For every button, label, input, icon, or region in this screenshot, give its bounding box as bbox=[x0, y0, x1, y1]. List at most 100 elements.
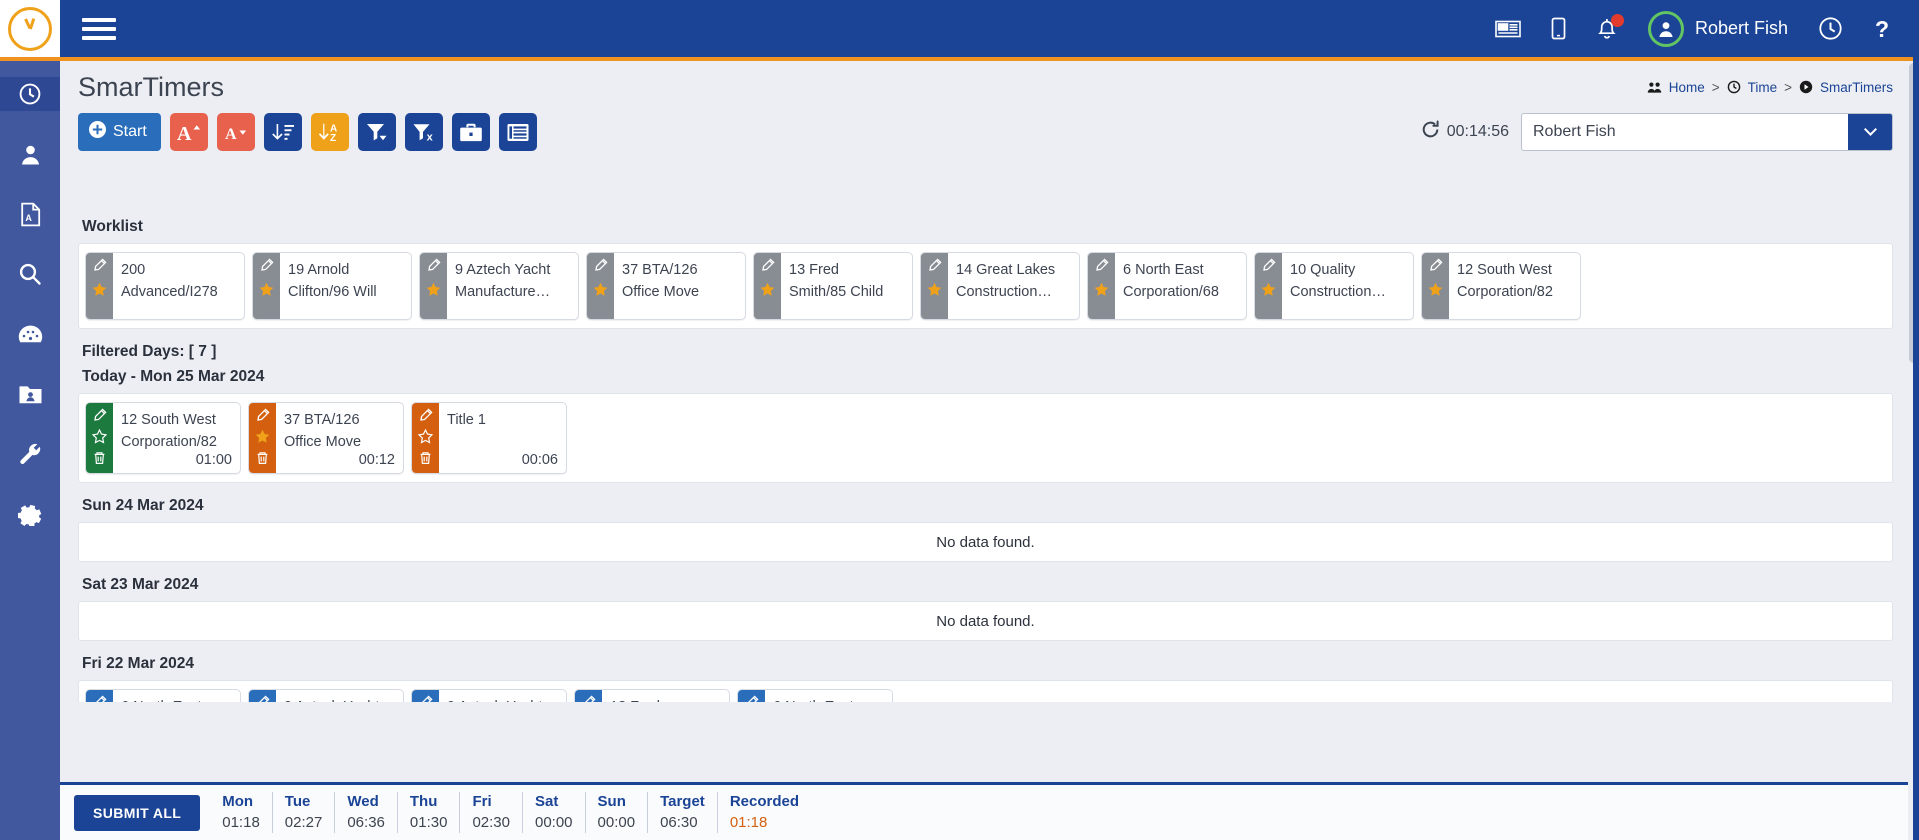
star-filled-icon[interactable] bbox=[255, 429, 270, 444]
card-duration: 01:00 bbox=[195, 452, 232, 468]
star-outline-icon[interactable] bbox=[418, 429, 433, 444]
total-label: Wed bbox=[347, 793, 379, 811]
star-filled-icon[interactable] bbox=[1428, 282, 1443, 297]
worklist-card[interactable]: 12 South West Corporation/82 bbox=[1421, 252, 1581, 320]
worklist-card[interactable]: 200 Advanced/I278 bbox=[85, 252, 245, 320]
pencil-icon[interactable] bbox=[260, 258, 274, 272]
star-filled-icon[interactable] bbox=[426, 282, 441, 297]
footer-summary-bar: SUBMIT ALL Mon 01:18 Tue 02:27 Wed 06:36 Thu 01… bbox=[60, 782, 1919, 840]
user-menu[interactable]: Robert Fish bbox=[1647, 10, 1788, 47]
pencil-icon[interactable] bbox=[427, 258, 441, 272]
pencil-icon[interactable] bbox=[761, 258, 775, 272]
worklist-card[interactable]: 14 Great Lakes Construction… bbox=[920, 252, 1080, 320]
star-filled-icon[interactable] bbox=[1094, 282, 1109, 297]
filter-button[interactable] bbox=[357, 113, 396, 151]
card-subtitle-line: Corporation/68 bbox=[1123, 284, 1219, 301]
pencil-icon[interactable] bbox=[1095, 258, 1109, 272]
sidebar-item-time[interactable] bbox=[0, 77, 60, 111]
pencil-icon[interactable] bbox=[582, 695, 596, 702]
user-select[interactable]: Robert Fish bbox=[1521, 113, 1893, 151]
sort-alpha-button[interactable]: A Z bbox=[310, 113, 349, 151]
pencil-icon[interactable] bbox=[745, 695, 759, 702]
sidebar-item-search[interactable] bbox=[0, 257, 60, 291]
pencil-icon[interactable] bbox=[594, 258, 608, 272]
star-filled-icon[interactable] bbox=[92, 282, 107, 297]
font-increase-button[interactable]: A bbox=[169, 113, 208, 151]
sidebar-item-dashboard[interactable] bbox=[0, 317, 60, 351]
worklist-card[interactable]: 37 BTA/126 Office Move bbox=[586, 252, 746, 320]
card-title-line: 13 Fred bbox=[789, 262, 839, 278]
timer-card[interactable]: Title 1 00:06 bbox=[411, 402, 567, 474]
card-subtitle-line: Advanced/I278 bbox=[121, 284, 218, 301]
breadcrumb-link-home[interactable]: Home bbox=[1669, 80, 1705, 95]
card-body: 6 North East bbox=[113, 690, 240, 702]
brand-logo[interactable] bbox=[0, 0, 60, 57]
start-button-label: Start bbox=[113, 123, 147, 140]
timer-card[interactable]: 12 South West Corporation/82 01:00 bbox=[85, 402, 241, 474]
help-question-icon[interactable]: ? bbox=[1873, 16, 1891, 42]
refresh-icon bbox=[1421, 120, 1440, 144]
pencil-icon[interactable] bbox=[419, 695, 433, 702]
card-body: 13 Fred Smith/85 Child bbox=[781, 253, 912, 319]
pencil-icon[interactable] bbox=[1429, 258, 1443, 272]
list-view-button[interactable] bbox=[498, 113, 537, 151]
pencil-icon[interactable] bbox=[93, 695, 107, 702]
briefcase-button[interactable] bbox=[451, 113, 490, 151]
worklist-card[interactable]: 9 Aztech Yacht Manufacture… bbox=[419, 252, 579, 320]
hamburger-icon[interactable] bbox=[82, 12, 116, 46]
pencil-icon[interactable] bbox=[93, 408, 107, 422]
card-body: 6 North East bbox=[765, 690, 892, 702]
news-icon[interactable] bbox=[1495, 19, 1521, 39]
timer-card[interactable]: 13 Fred bbox=[574, 689, 730, 702]
pencil-icon[interactable] bbox=[256, 695, 270, 702]
pencil-icon[interactable] bbox=[928, 258, 942, 272]
sidebar-item-documents[interactable]: A bbox=[0, 197, 60, 231]
trash-icon[interactable] bbox=[93, 451, 106, 465]
total-cell: Tue 02:27 bbox=[271, 792, 335, 833]
breadcrumb-separator: > bbox=[1784, 79, 1792, 95]
card-title-line: 13 Fred bbox=[610, 696, 721, 702]
pencil-icon[interactable] bbox=[256, 408, 270, 422]
star-filled-icon[interactable] bbox=[1261, 282, 1276, 297]
timer-card[interactable]: 6 North East bbox=[737, 689, 893, 702]
start-button[interactable]: Start bbox=[78, 113, 161, 151]
sidebar-item-contacts[interactable] bbox=[0, 377, 60, 411]
mobile-icon[interactable] bbox=[1551, 17, 1566, 40]
timer-card[interactable]: 9 Aztech Yacht bbox=[248, 689, 404, 702]
clock-icon[interactable] bbox=[1818, 16, 1843, 41]
chevron-down-icon[interactable] bbox=[1848, 114, 1892, 150]
submit-all-button[interactable]: SUBMIT ALL bbox=[74, 794, 201, 831]
sidebar-item-settings[interactable] bbox=[0, 497, 60, 531]
timer-card[interactable]: 9 Aztech Yacht bbox=[411, 689, 567, 702]
timer-card[interactable]: 6 North East bbox=[85, 689, 241, 702]
empty-state-text: No data found. bbox=[936, 533, 1035, 551]
star-outline-icon[interactable] bbox=[92, 429, 107, 444]
day-panel: No data found. bbox=[78, 601, 1893, 641]
sidebar-item-tools[interactable] bbox=[0, 437, 60, 471]
worklist-card[interactable]: 10 Quality Construction… bbox=[1254, 252, 1414, 320]
star-filled-icon[interactable] bbox=[760, 282, 775, 297]
star-filled-icon[interactable] bbox=[593, 282, 608, 297]
clear-filter-button[interactable]: x bbox=[404, 113, 443, 151]
star-filled-icon[interactable] bbox=[259, 282, 274, 297]
trash-icon[interactable] bbox=[256, 451, 269, 465]
breadcrumb-link-time[interactable]: Time bbox=[1748, 80, 1778, 95]
font-decrease-button[interactable]: A bbox=[216, 113, 255, 151]
pencil-icon[interactable] bbox=[419, 408, 433, 422]
trash-icon[interactable] bbox=[419, 451, 432, 465]
breadcrumb-current: SmarTimers bbox=[1820, 79, 1893, 95]
sort-order-button[interactable] bbox=[263, 113, 302, 151]
worklist-card[interactable]: 13 Fred Smith/85 Child bbox=[753, 252, 913, 320]
worklist-card[interactable]: 6 North East Corporation/68 bbox=[1087, 252, 1247, 320]
card-action-tab bbox=[412, 690, 439, 702]
star-filled-icon[interactable] bbox=[927, 282, 942, 297]
card-body: 9 Aztech Yacht bbox=[439, 690, 566, 702]
refresh-timer[interactable]: 00:14:56 bbox=[1421, 120, 1509, 144]
timer-card[interactable]: 37 BTA/126 Office Move 00:12 bbox=[248, 402, 404, 474]
pencil-icon[interactable] bbox=[1262, 258, 1276, 272]
worklist-card[interactable]: 19 Arnold Clifton/96 Will bbox=[252, 252, 412, 320]
card-duration: 00:06 bbox=[521, 452, 558, 468]
sidebar-item-people[interactable] bbox=[0, 137, 60, 171]
bell-icon[interactable] bbox=[1596, 13, 1624, 41]
pencil-icon[interactable] bbox=[93, 258, 107, 272]
